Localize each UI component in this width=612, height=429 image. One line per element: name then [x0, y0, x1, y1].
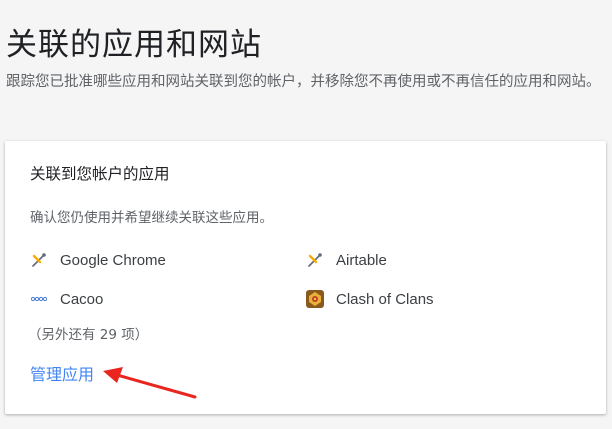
app-item-google-chrome: Google Chrome — [30, 249, 166, 271]
app-item-airtable: Airtable — [306, 249, 387, 271]
app-name: Google Chrome — [60, 251, 166, 269]
card-title: 关联到您帐户的应用 — [30, 165, 170, 183]
clash-of-clans-icon — [306, 290, 324, 308]
manage-apps-link[interactable]: 管理应用 — [30, 361, 94, 385]
more-apps-count: （另外还有 29 项） — [28, 327, 149, 343]
app-item-clash-of-clans: Clash of Clans — [306, 288, 434, 310]
page-title: 关联的应用和网站 — [6, 26, 262, 63]
cacoo-logo-icon — [30, 290, 48, 308]
card-description: 确认您仍使用并希望继续关联这些应用。 — [30, 210, 273, 226]
app-name: Airtable — [336, 251, 387, 269]
app-item-cacoo: Cacoo — [30, 288, 103, 310]
page-description: 跟踪您已批准哪些应用和网站关联到您的帐户，并移除您不再使用或不再信任的应用和网站… — [6, 74, 601, 90]
annotation-arrow-icon — [103, 367, 197, 399]
connected-apps-page: 关联的应用和网站 跟踪您已批准哪些应用和网站关联到您的帐户，并移除您不再使用或不… — [0, 0, 612, 429]
airtable-key-icon — [306, 251, 324, 269]
app-name: Clash of Clans — [336, 290, 434, 308]
chrome-key-icon — [30, 251, 48, 269]
app-name: Cacoo — [60, 290, 104, 308]
